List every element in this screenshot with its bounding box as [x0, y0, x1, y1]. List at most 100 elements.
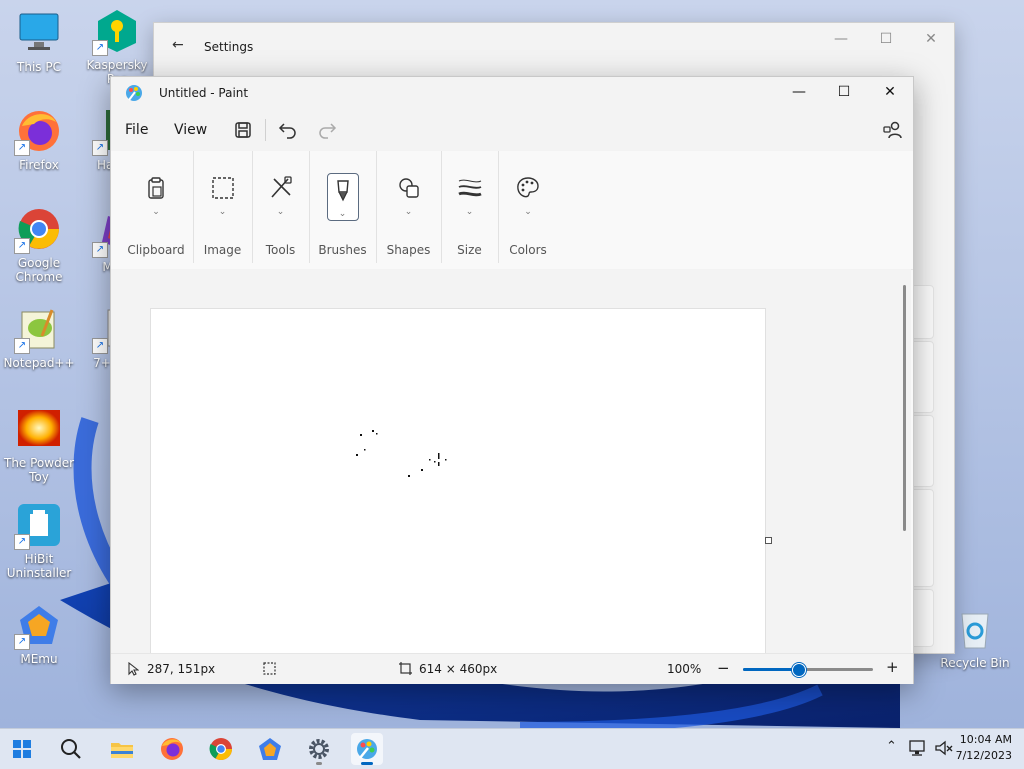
ribbon-label: Brushes: [318, 243, 367, 257]
back-arrow-icon[interactable]: ←: [172, 37, 184, 53]
firefox-icon: [161, 738, 183, 760]
network-icon[interactable]: [908, 739, 928, 757]
zoom-slider[interactable]: [743, 663, 873, 677]
ribbon-label: Image: [203, 243, 242, 257]
desktop-icon-memu[interactable]: ↗ MEmu: [0, 602, 78, 666]
shortcut-arrow-icon: ↗: [14, 634, 30, 650]
ribbon-group-shapes[interactable]: ⌄ Shapes: [376, 151, 442, 263]
minimize-icon[interactable]: —: [821, 31, 861, 47]
canvas-size: 614 × 460px: [419, 662, 498, 676]
taskbar-paint[interactable]: [351, 733, 383, 765]
monitor-icon: [16, 10, 62, 56]
ribbon-group-image[interactable]: ⌄ Image: [193, 151, 253, 263]
selection-icon: [211, 177, 234, 199]
shortcut-arrow-icon: ↗: [14, 338, 30, 354]
ribbon-group-clipboard[interactable]: ⌄ Clipboard: [119, 151, 194, 263]
desktop-icon-kaspersky[interactable]: ↗ Kaspersky Pas: [78, 8, 156, 86]
memu-icon: [259, 738, 281, 760]
chevron-down-icon: ⌄: [276, 207, 285, 217]
folder-icon: [111, 743, 133, 758]
shortcut-arrow-icon: ↗: [92, 242, 108, 258]
shortcut-arrow-icon: ↗: [14, 140, 30, 156]
title-bar[interactable]: Untitled - Paint — ☐ ✕: [111, 77, 913, 109]
start-button[interactable]: [6, 733, 38, 765]
shortcut-arrow-icon: ↗: [14, 534, 30, 550]
search-icon: [61, 739, 81, 759]
canvas-area: [111, 269, 911, 653]
running-indicator: [316, 762, 322, 765]
volume-muted-icon[interactable]: [934, 739, 954, 757]
powder-toy-icon: [16, 406, 62, 452]
paint-window[interactable]: Untitled - Paint — ☐ ✕ File View ⌄ Clipb…: [110, 76, 914, 684]
brush-icon: [336, 180, 349, 202]
zoom-out-button[interactable]: −: [717, 659, 730, 677]
shortcut-arrow-icon: ↗: [14, 238, 30, 254]
firefox-icon: ↗: [14, 108, 62, 156]
maximize-icon[interactable]: ☐: [866, 31, 906, 47]
search-button[interactable]: [55, 733, 87, 765]
menu-bar: File View: [111, 109, 913, 151]
chevron-down-icon: ⌄: [218, 207, 227, 217]
drawing-canvas[interactable]: [150, 308, 766, 653]
ribbon-toolbar: ⌄ Clipboard ⌄ Image ⌄ Tools ⌄ Brushes ⌄ …: [111, 151, 913, 270]
chevron-down-icon: ⌄: [152, 207, 160, 217]
chevron-down-icon: ⌄: [404, 207, 413, 217]
chevron-down-icon: ⌄: [465, 207, 474, 217]
menu-file[interactable]: File: [125, 122, 148, 138]
redo-icon[interactable]: [315, 118, 339, 142]
ribbon-group-tools[interactable]: ⌄ Tools: [252, 151, 310, 263]
menu-divider: [265, 119, 266, 141]
ribbon-label: Clipboard: [127, 243, 185, 257]
memu-icon: ↗: [14, 602, 62, 650]
canvas-size-icon: [399, 662, 412, 675]
close-icon[interactable]: ✕: [911, 31, 951, 47]
gear-icon: [309, 739, 329, 759]
kaspersky-icon: ↗: [92, 8, 140, 56]
desktop-icon-this-pc[interactable]: This PC: [0, 10, 78, 74]
shapes-icon: [398, 178, 419, 198]
chevron-down-icon: ⌄: [338, 209, 347, 219]
taskbar: ⌃ 10:04 AM 7/12/2023: [0, 728, 1024, 769]
ribbon-group-size[interactable]: ⌄ Size: [441, 151, 499, 263]
resize-handle[interactable]: [765, 537, 772, 544]
desktop-icon-chrome[interactable]: ↗ Google Chrome: [0, 206, 78, 284]
taskbar-settings[interactable]: [303, 733, 335, 765]
account-icon[interactable]: [881, 118, 905, 142]
desktop-icon-firefox[interactable]: ↗ Firefox: [0, 108, 78, 172]
ribbon-group-colors[interactable]: ⌄ Colors: [498, 151, 558, 263]
palette-icon: [517, 177, 539, 198]
windows-logo-icon: [13, 740, 31, 758]
cursor-position: 287, 151px: [147, 662, 216, 676]
notepadpp-icon: ↗: [14, 306, 62, 354]
taskbar-chrome[interactable]: [205, 733, 237, 765]
chevron-up-icon[interactable]: ⌃: [886, 739, 897, 754]
paint-logo-icon: [126, 85, 142, 101]
clock-date: 7/12/2023: [955, 749, 1012, 762]
tools-icon: [270, 176, 292, 198]
ribbon-label: Size: [457, 243, 482, 257]
desktop-icon-notepadpp[interactable]: ↗ Notepad++: [0, 306, 78, 370]
status-bar: 287, 151px 614 × 460px 100% − +: [111, 653, 913, 684]
close-button[interactable]: ✕: [867, 77, 913, 107]
taskbar-memu[interactable]: [254, 733, 286, 765]
clipboard-icon: [148, 177, 164, 199]
system-clock[interactable]: 10:04 AM 7/12/2023: [956, 732, 1012, 764]
canvas-strokes: [356, 430, 447, 477]
undo-icon[interactable]: [276, 118, 300, 142]
active-indicator: [361, 762, 373, 765]
desktop-icon-hibit[interactable]: ↗ HiBit Uninstaller: [0, 502, 78, 580]
taskbar-file-explorer[interactable]: [106, 733, 138, 765]
ribbon-group-brushes[interactable]: ⌄ Brushes: [309, 151, 377, 263]
zoom-slider-thumb[interactable]: [792, 663, 806, 677]
minimize-button[interactable]: —: [776, 77, 822, 107]
zoom-in-button[interactable]: +: [886, 658, 899, 676]
taskbar-firefox[interactable]: [156, 733, 188, 765]
vertical-scrollbar[interactable]: [903, 285, 906, 531]
menu-view[interactable]: View: [174, 122, 207, 138]
maximize-button[interactable]: ☐: [821, 77, 867, 107]
desktop-icon-powder-toy[interactable]: The Powder Toy: [0, 406, 78, 484]
save-icon[interactable]: [231, 118, 255, 142]
shortcut-arrow-icon: ↗: [92, 338, 108, 354]
settings-title: Settings: [204, 40, 254, 54]
size-icon: [457, 179, 482, 197]
